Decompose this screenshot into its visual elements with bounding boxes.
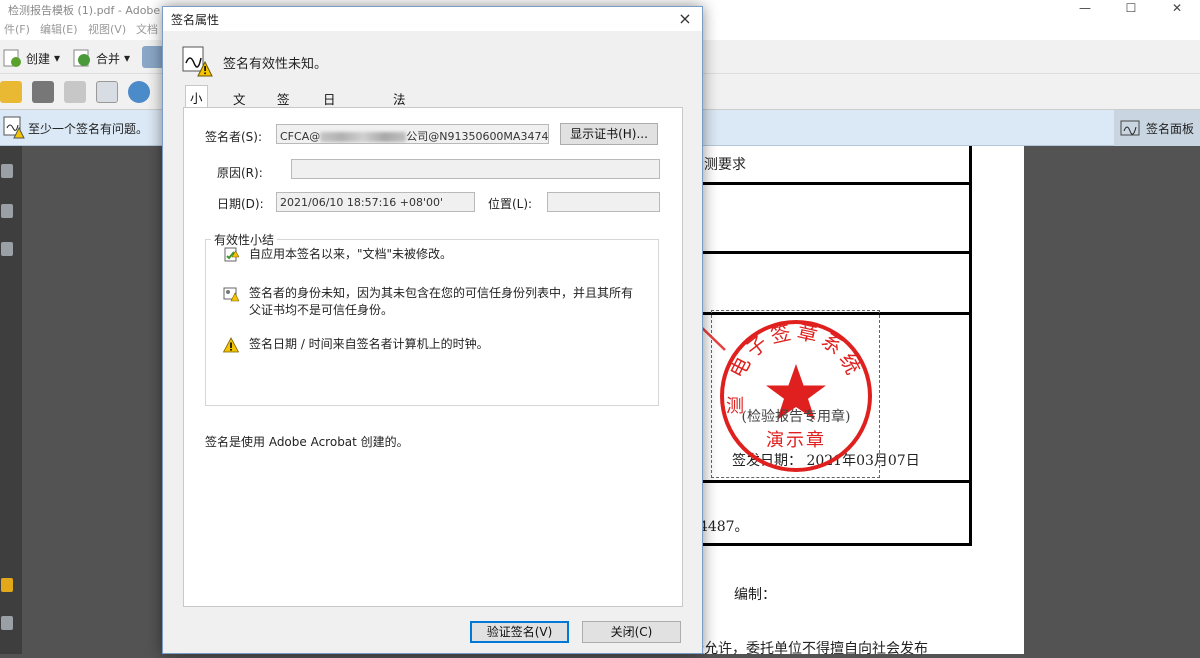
validity-summary-group <box>205 239 659 406</box>
close-button[interactable]: 关闭(C) <box>582 621 681 643</box>
dialog-title-bar: 签名属性 × <box>163 7 702 31</box>
date-label: 日期(D): <box>217 197 264 211</box>
warning-icon <box>223 337 239 353</box>
tab-signer[interactable]: 签名者 <box>273 87 294 145</box>
date-field[interactable]: 2021/06/10 18:57:16 +08'00' <box>276 192 475 212</box>
signer-label: 签名者(S): <box>205 130 263 144</box>
dialog-close-button[interactable]: × <box>674 8 696 30</box>
validity-item: 签名者的身份未知，因为其未包含在您的可信任身份列表中，并且其所有父证书均不是可信… <box>223 285 643 319</box>
tab-legal-notice[interactable]: 法律声明 <box>389 87 410 164</box>
tab-date-time[interactable]: 日期 / 时间 <box>319 87 340 179</box>
created-with-note: 签名是使用 Adobe Acrobat 创建的。 <box>205 435 409 449</box>
signer-field[interactable]: CFCA@ 公司@N91350600MA34744C <box>276 124 549 144</box>
signature-warning-icon <box>182 46 213 77</box>
reason-label: 原因(R): <box>217 166 263 180</box>
signature-properties-dialog: 签名属性 × 签名有效性未知。 小结 文档 签名者 日期 / 时间 法律声明 签… <box>162 6 703 654</box>
location-field[interactable] <box>547 192 660 212</box>
redacted-text <box>320 132 407 142</box>
reason-field[interactable] <box>291 159 660 179</box>
identity-warning-icon <box>223 287 239 302</box>
dialog-title: 签名属性 <box>171 13 220 27</box>
location-label: 位置(L): <box>488 197 533 211</box>
show-certificate-button[interactable]: 显示证书(H)... <box>560 123 658 145</box>
validity-item: 自应用本签名以来，"文档"未被修改。 <box>223 246 643 263</box>
document-ok-icon <box>224 247 239 262</box>
validity-item: 签名日期 / 时间来自签名者计算机上的时钟。 <box>223 336 643 353</box>
verify-signature-button[interactable]: 验证签名(V) <box>470 621 569 643</box>
validity-status-header: 签名有效性未知。 <box>223 57 328 72</box>
tab-summary[interactable]: 小结 <box>185 85 208 125</box>
tab-document[interactable]: 文档 <box>229 87 250 126</box>
